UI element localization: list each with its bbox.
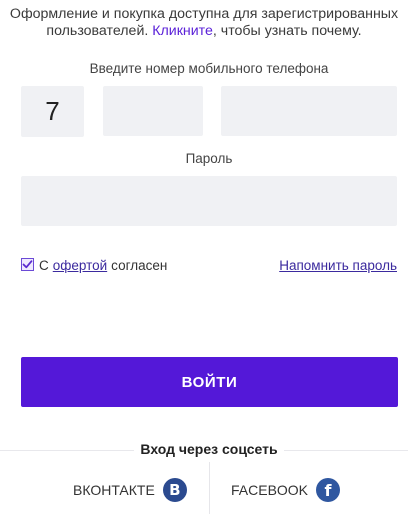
agreement-prefix: С <box>39 258 49 273</box>
offer-link[interactable]: офертой <box>53 258 107 273</box>
agreement-suffix: согласен <box>111 258 168 273</box>
agreement-checkbox[interactable] <box>21 258 34 271</box>
phone-country-code-value: 7 <box>45 96 60 126</box>
vk-icon: В <box>162 478 187 502</box>
facebook-label: FACEBOOK <box>231 482 309 498</box>
phone-country-code-field[interactable]: 7 <box>21 86 84 137</box>
phone-number-part2-input[interactable] <box>221 86 397 136</box>
social-login-title-text: Вход через соцсеть <box>134 441 284 457</box>
phone-label: Введите номер мобильного телефона <box>89 61 329 76</box>
vk-login-button[interactable]: ВКОНТАКТЕ В <box>73 470 187 510</box>
registration-notice: Оформление и покупка доступна для зареги… <box>0 6 408 40</box>
facebook-icon: f <box>316 478 341 502</box>
notice-text-after: , чтобы узнать почему. <box>212 23 362 39</box>
agreement-row: С офертой согласен <box>21 258 167 273</box>
password-label: Пароль <box>185 151 233 166</box>
phone-number-part1-input[interactable] <box>103 86 203 136</box>
checkmark-icon <box>22 260 33 269</box>
password-input[interactable] <box>21 176 397 226</box>
notice-click-link[interactable]: Кликните <box>152 23 213 39</box>
facebook-login-button[interactable]: FACEBOOK f <box>231 470 341 510</box>
remind-password-link[interactable]: Напомнить пароль <box>279 258 397 273</box>
social-login-title: Вход через соцсеть <box>0 441 408 457</box>
login-button[interactable]: ВОЙТИ <box>21 357 398 407</box>
social-separator <box>209 462 210 514</box>
vk-label: ВКОНТАКТЕ <box>73 482 155 498</box>
